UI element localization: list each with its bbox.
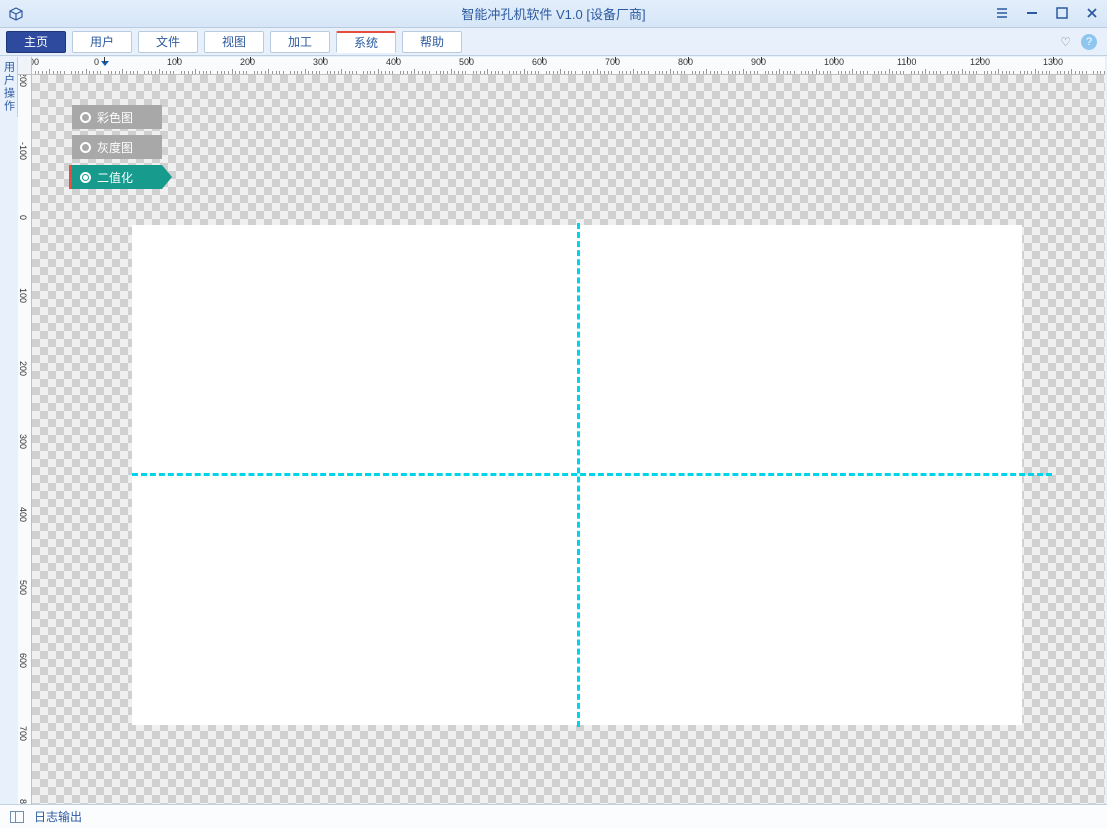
tab-process[interactable]: 加工 <box>270 31 330 53</box>
radio-icon <box>80 112 91 123</box>
tab-view[interactable]: 视图 <box>204 31 264 53</box>
close-icon[interactable] <box>1083 4 1101 22</box>
window-controls <box>993 4 1101 22</box>
tab-user[interactable]: 用户 <box>72 31 132 53</box>
option-label: 灰度图 <box>97 139 133 156</box>
tab-file[interactable]: 文件 <box>138 31 198 53</box>
statusbar: 日志输出 <box>0 804 1107 828</box>
display-mode-options: 彩色图 灰度图 二值化 <box>72 105 162 189</box>
panel-icon[interactable] <box>10 811 24 823</box>
maximize-icon[interactable] <box>1053 4 1071 22</box>
tab-system[interactable]: 系统 <box>336 31 396 53</box>
help-icon[interactable]: ? <box>1081 34 1097 50</box>
option-grayscale[interactable]: 灰度图 <box>72 135 162 159</box>
sidebar-tab-user-operations[interactable]: 用户操作 <box>0 57 18 117</box>
menubar: 主页 用户 文件 视图 加工 系统 帮助 ♡ ? <box>0 28 1107 56</box>
canvas[interactable] <box>32 75 1105 804</box>
ruler-vertical: -200-1000100200300400500600700800 <box>18 75 32 804</box>
heart-icon[interactable]: ♡ <box>1060 35 1071 49</box>
option-binarize[interactable]: 二值化 <box>72 165 162 189</box>
tab-help[interactable]: 帮助 <box>402 31 462 53</box>
ruler-horizontal: -100010020030040050060070080090010001100… <box>32 57 1105 75</box>
ruler-corner <box>18 57 32 75</box>
titlebar: 智能冲孔机软件 V1.0 [设备厂商] <box>0 0 1107 28</box>
crosshair-horizontal <box>132 473 1052 476</box>
tab-home[interactable]: 主页 <box>6 31 66 53</box>
option-color[interactable]: 彩色图 <box>72 105 162 129</box>
option-label: 二值化 <box>97 169 133 186</box>
menu-icon[interactable] <box>993 4 1011 22</box>
app-logo-icon <box>8 6 24 22</box>
status-log-label[interactable]: 日志输出 <box>34 808 82 825</box>
radio-icon <box>80 142 91 153</box>
minimize-icon[interactable] <box>1023 4 1041 22</box>
option-label: 彩色图 <box>97 109 133 126</box>
radio-icon <box>80 172 91 183</box>
app-title: 智能冲孔机软件 V1.0 [设备厂商] <box>461 4 645 23</box>
